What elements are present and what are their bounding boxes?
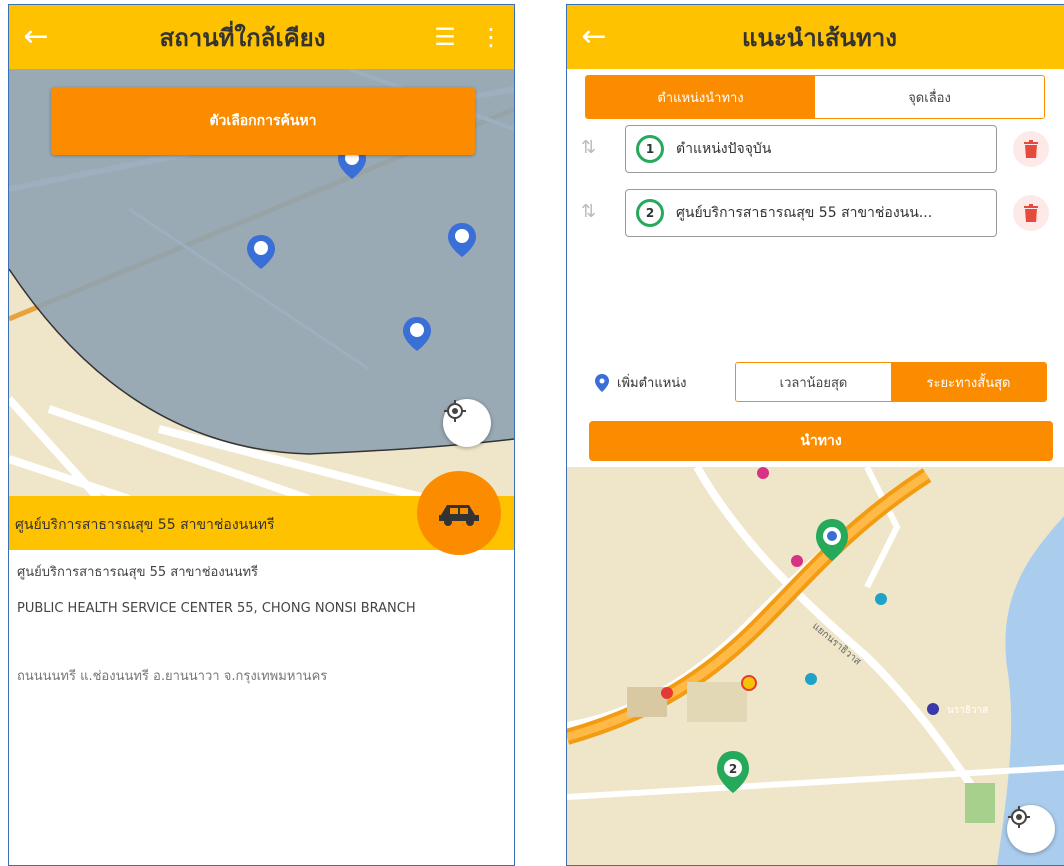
crosshair-icon — [1008, 806, 1030, 828]
nearby-places-screen: ← สถานที่ใกล้เคียง ☰ ⋮ ตัวเลือกการค้นหา … — [8, 4, 515, 866]
app-bar: ← แนะนำเส้นทาง — [567, 5, 1064, 69]
pin-number-icon: 2 — [636, 199, 664, 227]
car-icon — [439, 505, 479, 526]
pin-number-icon: 1 — [636, 135, 664, 163]
map-view[interactable]: ตัวเลือกการค้นหา — [9, 69, 514, 499]
my-location-button[interactable] — [443, 399, 491, 447]
option-least-time[interactable]: เวลาน้อยสุด — [736, 363, 891, 401]
add-location-link[interactable]: เพิ่มตำแหน่ง — [595, 372, 687, 393]
reorder-icon[interactable]: ⇅ — [581, 201, 596, 222]
place-address: ถนนนนทรี แ.ช่องนนทรี อ.ยานนาวา จ.กรุงเทพ… — [17, 669, 328, 684]
tab-options[interactable]: จุดเลื่อง — [815, 76, 1044, 118]
stop-label: ศูนย์บริการสาธารณสุข 55 สาขาช่องนน... — [676, 205, 933, 221]
crosshair-icon — [444, 400, 466, 422]
delete-stop-button[interactable] — [1013, 195, 1049, 231]
route-guide-screen: ← แนะนำเส้นทาง ตำแหน่งนำทาง จุดเลื่อง ⇅ … — [566, 4, 1064, 866]
my-location-button[interactable] — [1007, 805, 1055, 853]
route-mode-toggle: เวลาน้อยสุด ระยะทางสั้นสุด — [735, 362, 1047, 402]
map-view[interactable]: 2 แยกนราธิวาส นราธิวาส — [567, 467, 1064, 865]
option-shortest-distance[interactable]: ระยะทางสั้นสุด — [891, 363, 1046, 401]
route-tabs: ตำแหน่งนำทาง จุดเลื่อง — [585, 75, 1045, 119]
stop-label: ตำแหน่งปัจจุบัน — [676, 141, 772, 157]
map-area-label: นราธิวาส — [947, 705, 988, 716]
page-title: สถานที่ใกล้เคียง — [159, 23, 326, 52]
directions-car-button[interactable] — [417, 471, 501, 555]
selected-place-name: ศูนย์บริการสาธารณสุข 55 สาขาช่องนนทรี — [15, 517, 275, 533]
arrow-left-icon[interactable]: ← — [9, 5, 63, 69]
stop-input-1[interactable]: 1 ตำแหน่งปัจจุบัน — [625, 125, 997, 173]
waypoint-number: 2 — [729, 762, 737, 776]
add-location-label: เพิ่มตำแหน่ง — [617, 376, 687, 391]
route-stop-row: ⇅ 2 ศูนย์บริการสาธารณสุข 55 สาขาช่องนน..… — [567, 189, 1064, 239]
route-stop-row: ⇅ 1 ตำแหน่งปัจจุบัน — [567, 125, 1064, 175]
search-options-button[interactable]: ตัวเลือกการค้นหา — [51, 87, 475, 155]
tab-navigation-points[interactable]: ตำแหน่งนำทาง — [586, 76, 815, 118]
place-name-th: ศูนย์บริการสาธารณสุข 55 สาขาช่องนนทรี — [17, 565, 259, 580]
list-icon[interactable]: ☰ — [422, 5, 468, 69]
trash-icon — [1024, 140, 1038, 158]
arrow-left-icon[interactable]: ← — [567, 5, 621, 69]
trash-icon — [1024, 204, 1038, 222]
stop-input-2[interactable]: 2 ศูนย์บริการสาธารณสุข 55 สาขาช่องนน... — [625, 189, 997, 237]
page-title: แนะนำเส้นทาง — [742, 23, 897, 52]
route-options: เพิ่มตำแหน่ง เวลาน้อยสุด ระยะทางสั้นสุด — [595, 362, 1055, 402]
reorder-icon[interactable]: ⇅ — [581, 137, 596, 158]
delete-stop-button[interactable] — [1013, 131, 1049, 167]
app-bar: ← สถานที่ใกล้เคียง ☰ ⋮ — [9, 5, 514, 69]
location-pin-icon — [595, 373, 609, 392]
place-name-en: PUBLIC HEALTH SERVICE CENTER 55, CHONG N… — [17, 601, 416, 616]
more-vertical-icon[interactable]: ⋮ — [468, 5, 514, 69]
map-canvas: 2 แยกนราธิวาส นราธิวาส — [567, 467, 1064, 865]
navigate-button[interactable]: นำทาง — [589, 421, 1053, 461]
